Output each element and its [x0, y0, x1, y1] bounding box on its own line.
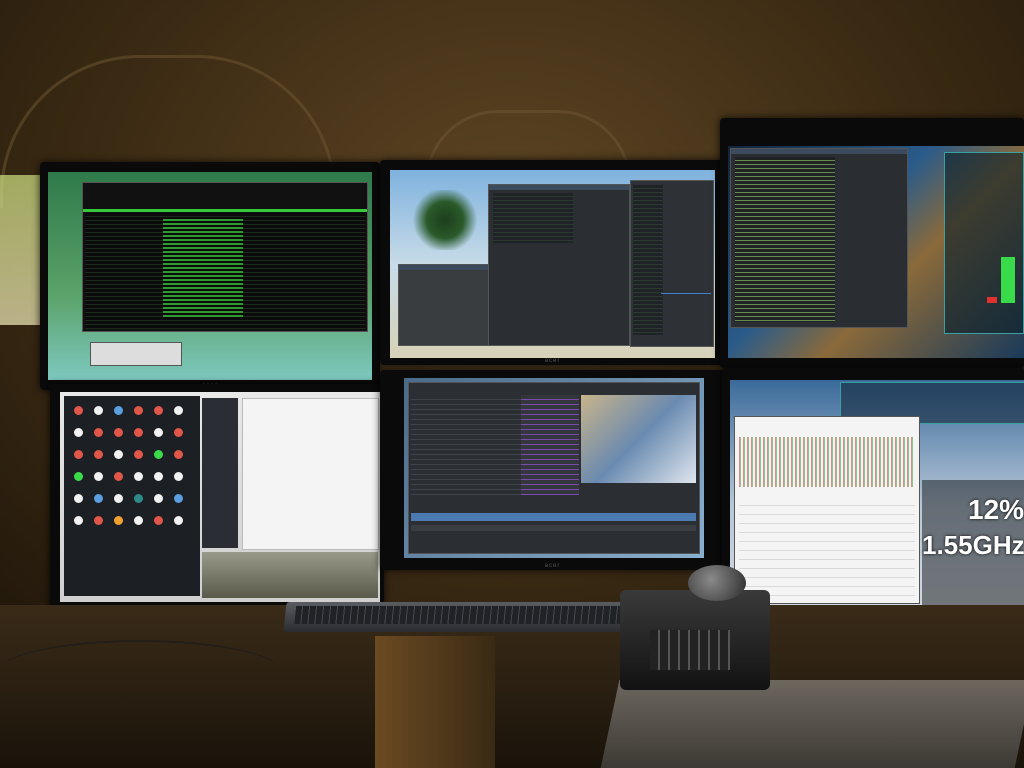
app-icon[interactable]	[94, 450, 103, 459]
desktop-wallpaper	[202, 552, 378, 598]
monitor-bottom-left: acer	[50, 384, 384, 614]
code-editor-window	[730, 148, 908, 328]
cpu-usage-readout: 12%	[968, 494, 1024, 525]
gpu-usage-bar	[1001, 257, 1015, 303]
app-icon[interactable]	[74, 516, 83, 525]
app-icon[interactable]	[174, 406, 183, 415]
keyboard-keys	[294, 606, 627, 624]
screen-bottom-left	[60, 392, 380, 602]
cables	[0, 640, 280, 702]
monitor-top-center: acer	[380, 160, 725, 365]
app-icon[interactable]	[74, 406, 83, 415]
app-launcher-grid	[64, 396, 200, 596]
app-icon[interactable]	[134, 516, 143, 525]
app-icon[interactable]	[134, 428, 143, 437]
app-icon[interactable]	[134, 406, 143, 415]
app-icon[interactable]	[74, 450, 83, 459]
editor-window-small	[398, 264, 490, 346]
waveform-graph	[739, 437, 915, 487]
analytics-window	[734, 416, 920, 604]
editor-small-titlebar	[399, 265, 489, 270]
app-icon[interactable]	[134, 450, 143, 459]
app-icon[interactable]	[154, 494, 163, 503]
code-editor-lines	[735, 157, 835, 322]
monitor-bottom-right	[722, 368, 1024, 618]
monitor-top-left: acer	[40, 162, 380, 390]
sidebar-panel	[202, 398, 238, 548]
monitor-brand-label: acer	[544, 563, 561, 569]
app-icon[interactable]	[114, 406, 123, 415]
app-icon[interactable]	[174, 472, 183, 481]
app-icon[interactable]	[94, 494, 103, 503]
small-dialog	[90, 342, 182, 366]
app-icon[interactable]	[74, 472, 83, 481]
file-tree-list	[633, 185, 663, 335]
content-panel	[242, 398, 379, 550]
desk-surface-right	[600, 680, 1024, 768]
palm-tree	[410, 190, 480, 250]
app-icon[interactable]	[174, 428, 183, 437]
app-icon[interactable]	[154, 450, 163, 459]
video-editor-panels	[411, 395, 521, 495]
photo-scene: acer acer 12% 1.55GHz	[0, 0, 1024, 768]
timeline-track	[411, 525, 696, 531]
app-icon[interactable]	[134, 472, 143, 481]
video-preview	[581, 395, 696, 483]
screen-top-left	[48, 172, 372, 380]
app-icon[interactable]	[94, 516, 103, 525]
code-editor-titlebar	[731, 149, 907, 154]
screen-top-right	[728, 146, 1024, 358]
editor-window-main	[488, 184, 630, 346]
app-icon[interactable]	[174, 494, 183, 503]
terminal-titlebar	[83, 209, 367, 212]
scroll-marker	[661, 293, 711, 294]
desk-phone	[620, 590, 770, 690]
app-icon[interactable]	[74, 494, 83, 503]
monitor-top-right	[720, 118, 1024, 368]
app-icon[interactable]	[174, 450, 183, 459]
video-editor-window	[408, 382, 700, 554]
app-icon[interactable]	[74, 428, 83, 437]
app-icon[interactable]	[114, 450, 123, 459]
mouse	[688, 565, 746, 601]
app-icon[interactable]	[134, 494, 143, 503]
timeline-track	[411, 513, 696, 521]
app-icon[interactable]	[114, 516, 123, 525]
app-icon[interactable]	[114, 494, 123, 503]
app-icon[interactable]	[154, 406, 163, 415]
app-icon[interactable]	[94, 406, 103, 415]
editor-main-titlebar	[489, 185, 629, 190]
app-icon[interactable]	[94, 472, 103, 481]
editor-main-code	[493, 193, 573, 243]
app-icon[interactable]	[114, 472, 123, 481]
app-icon[interactable]	[154, 428, 163, 437]
app-icon[interactable]	[154, 472, 163, 481]
cpu-frequency-readout: 1.55GHz	[922, 530, 1024, 560]
keyboard	[283, 602, 637, 632]
terminal-window	[82, 182, 368, 332]
screen-top-center	[390, 170, 715, 358]
screen-bottom-center	[404, 378, 704, 558]
table-area	[739, 497, 915, 597]
effects-list	[521, 395, 579, 495]
app-icon[interactable]	[154, 516, 163, 525]
app-icon[interactable]	[94, 428, 103, 437]
system-monitor-widgets	[944, 152, 1024, 334]
monitor-brand-label: acer	[544, 358, 561, 364]
file-tree-panel	[630, 180, 714, 347]
keyboard-tray-support	[375, 636, 495, 768]
phone-keypad	[650, 630, 730, 670]
temp-alert-bar	[987, 297, 997, 303]
green-process-list	[163, 219, 243, 319]
app-icon[interactable]	[174, 516, 183, 525]
monitor-bottom-center: acer	[380, 370, 725, 570]
app-icon[interactable]	[114, 428, 123, 437]
